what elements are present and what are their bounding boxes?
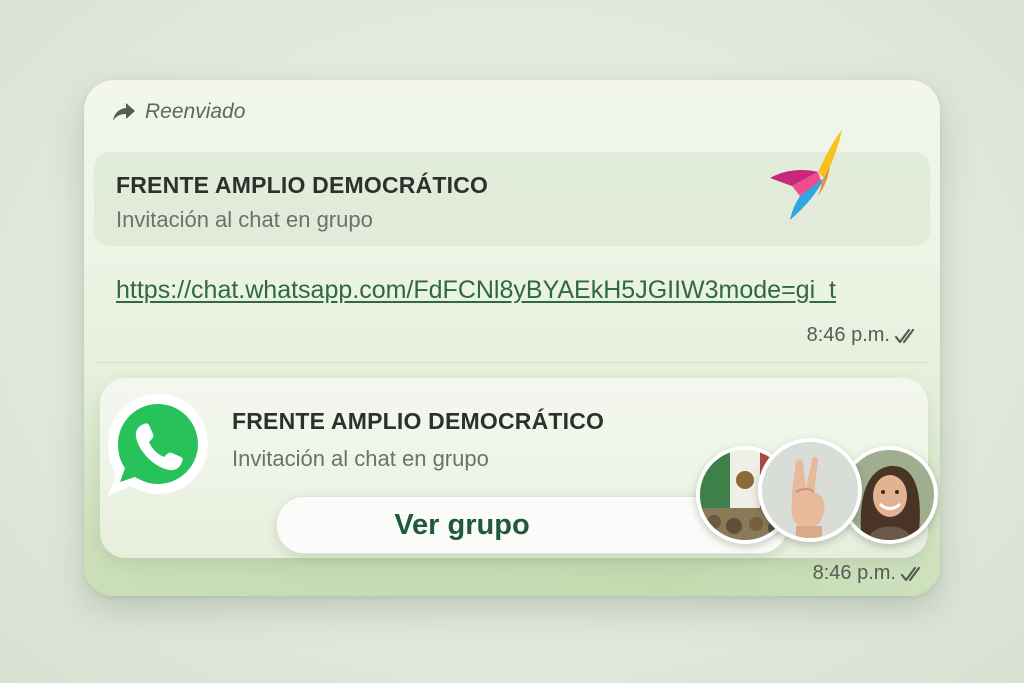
forward-arrow-icon — [113, 103, 135, 121]
message-timestamp-2: 8:46 p.m. — [813, 562, 926, 585]
timestamp-text-2: 8:46 p.m. — [812, 562, 896, 584]
message-bubble: Reenviado FRENTE AMPLIO DEMOCRÁTICO Invi… — [84, 80, 940, 596]
forwarded-label: Reenviado — [145, 100, 246, 123]
group-invite-card[interactable]: FRENTE AMPLIO DEMOCRÁTICO Invitación al … — [100, 378, 938, 558]
link-preview-subtitle: Invitación al chat en grupo — [116, 207, 373, 232]
timestamp-text: 8:46 p.m. — [806, 324, 890, 346]
group-member-avatar-hand — [758, 438, 862, 542]
view-group-button-label: Ver grupo — [394, 508, 530, 541]
link-preview-card[interactable]: FRENTE AMPLIO DEMOCRÁTICO Invitación al … — [94, 130, 930, 246]
double-check-icon — [900, 566, 921, 581]
invite-link[interactable]: https://chat.whatsapp.com/FdFCNl8yBYAEkH… — [116, 272, 836, 309]
divider — [96, 362, 928, 363]
group-invite-subtitle: Invitación al chat en grupo — [232, 446, 489, 471]
whatsapp-logo — [108, 394, 208, 496]
double-check-icon — [894, 328, 915, 343]
forwarded-indicator: Reenviado — [112, 100, 245, 124]
group-invite-title: FRENTE AMPLIO DEMOCRÁTICO — [232, 408, 605, 434]
frente-amplio-logo — [770, 130, 842, 220]
message-timestamp: 8:46 p.m. — [807, 324, 920, 347]
link-preview-title: FRENTE AMPLIO DEMOCRÁTICO — [116, 172, 489, 198]
